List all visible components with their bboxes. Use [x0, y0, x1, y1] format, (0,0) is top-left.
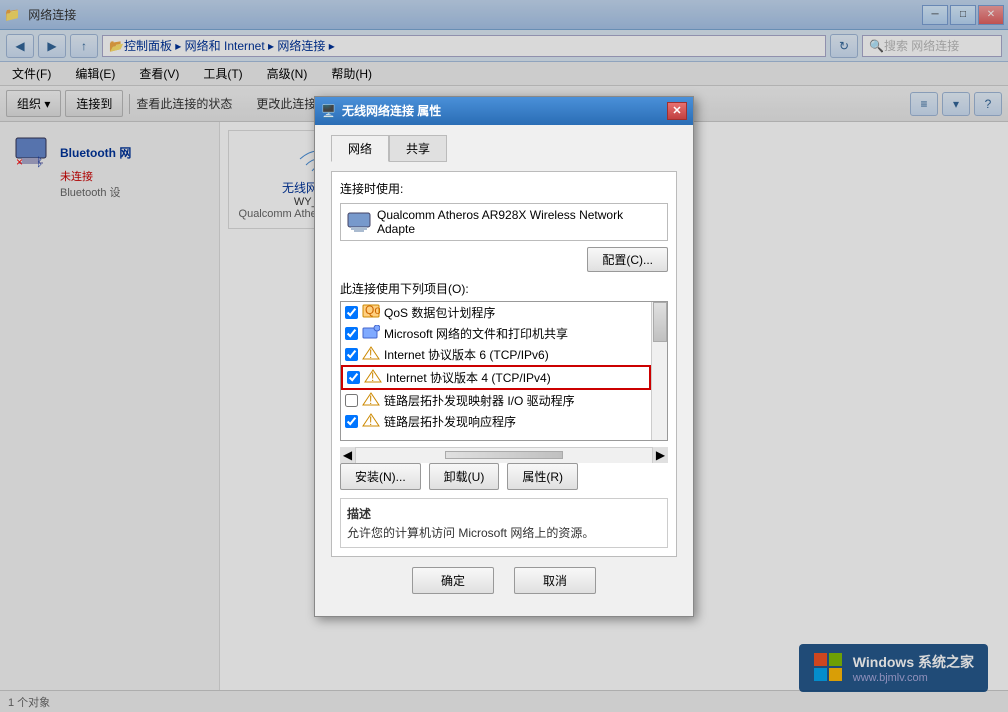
dialog-title-area: 🖥️ 无线网络连接 属性: [321, 102, 441, 119]
scroll-right-button[interactable]: ▶: [652, 447, 668, 463]
connect-using-label: 连接时使用:: [340, 180, 668, 197]
svg-text:!: !: [369, 393, 372, 407]
adapter-icon: [347, 212, 371, 232]
cancel-button[interactable]: 取消: [514, 567, 596, 594]
list-item-link2[interactable]: ! 链路层拓扑发现响应程序: [341, 411, 651, 432]
checkbox-link2[interactable]: [345, 415, 358, 428]
modal-overlay: 🖥️ 无线网络连接 属性 ✕ 网络 共享 连接时使用:: [0, 0, 1008, 712]
description-title: 描述: [347, 505, 661, 522]
scrollbar-thumb[interactable]: [653, 302, 667, 342]
checkbox-qos[interactable]: [345, 306, 358, 319]
qos-label: QoS 数据包计划程序: [384, 304, 495, 321]
dialog-titlebar: 🖥️ 无线网络连接 属性 ✕: [315, 97, 693, 125]
ok-button[interactable]: 确定: [412, 567, 494, 594]
scroll-left-button[interactable]: ◀: [340, 447, 356, 463]
items-list: QoS QoS 数据包计划程序: [340, 301, 668, 441]
list-item-ipv6[interactable]: ! Internet 协议版本 6 (TCP/IPv6): [341, 344, 651, 365]
link1-icon: !: [362, 392, 380, 408]
checkbox-link1[interactable]: [345, 394, 358, 407]
tab-bar: 网络 共享: [331, 135, 677, 162]
tab-content-network: 连接时使用: Qualcomm Atheros AR928X Wireless …: [331, 171, 677, 557]
link1-label: 链路层拓扑发现映射器 I/O 驱动程序: [384, 392, 575, 409]
description-area: 描述 允许您的计算机访问 Microsoft 网络上的资源。: [340, 498, 668, 548]
ipv4-label: Internet 协议版本 4 (TCP/IPv4): [386, 369, 551, 386]
svg-text:QoS: QoS: [365, 304, 380, 317]
link2-label: 链路层拓扑发现响应程序: [384, 413, 516, 430]
dialog-close-button[interactable]: ✕: [667, 102, 687, 120]
share-label: Microsoft 网络的文件和打印机共享: [384, 325, 568, 342]
dialog-footer: 确定 取消: [331, 557, 677, 606]
checkbox-share[interactable]: [345, 327, 358, 340]
tab-sharing[interactable]: 共享: [389, 135, 447, 162]
horiz-scroll-track: [356, 451, 652, 459]
list-item-link1[interactable]: ! 链路层拓扑发现映射器 I/O 驱动程序: [341, 390, 651, 411]
uninstall-button[interactable]: 卸载(U): [429, 463, 500, 490]
checkbox-ipv4[interactable]: [347, 371, 360, 384]
horiz-scroll[interactable]: ◀ ▶: [340, 447, 668, 463]
svg-text:!: !: [369, 414, 372, 428]
adapter-name: Qualcomm Atheros AR928X Wireless Network…: [377, 208, 661, 236]
svg-text:!: !: [369, 347, 372, 361]
dialog-icon: 🖥️: [321, 104, 336, 118]
scrollbar[interactable]: [651, 302, 667, 440]
checkbox-ipv6[interactable]: [345, 348, 358, 361]
install-button[interactable]: 安装(N)...: [340, 463, 421, 490]
list-item-ipv4[interactable]: ! Internet 协议版本 4 (TCP/IPv4): [341, 365, 651, 390]
list-item-share[interactable]: Microsoft 网络的文件和打印机共享: [341, 323, 651, 344]
properties-button[interactable]: 属性(R): [507, 463, 578, 490]
dialog-title: 无线网络连接 属性: [342, 102, 441, 119]
config-row: 配置(C)...: [340, 247, 668, 272]
list-item-qos[interactable]: QoS QoS 数据包计划程序: [341, 302, 651, 323]
link2-icon: !: [362, 413, 380, 429]
qos-icon: QoS: [362, 304, 380, 320]
adapter-row: Qualcomm Atheros AR928X Wireless Network…: [340, 203, 668, 241]
share-icon: [362, 325, 380, 341]
items-list-inner: QoS QoS 数据包计划程序: [341, 302, 667, 432]
description-text: 允许您的计算机访问 Microsoft 网络上的资源。: [347, 524, 661, 541]
action-buttons: 安装(N)... 卸载(U) 属性(R): [340, 463, 668, 490]
tab-network[interactable]: 网络: [331, 135, 389, 162]
items-label: 此连接使用下列项目(O):: [340, 280, 668, 297]
config-button[interactable]: 配置(C)...: [587, 247, 668, 272]
ipv4-icon: !: [364, 369, 382, 385]
horiz-scroll-thumb[interactable]: [445, 451, 563, 459]
properties-dialog: 🖥️ 无线网络连接 属性 ✕ 网络 共享 连接时使用:: [314, 96, 694, 617]
dialog-body: 网络 共享 连接时使用: Qualcomm Atheros AR928X Wi: [315, 125, 693, 616]
svg-text:!: !: [371, 370, 374, 384]
ipv6-label: Internet 协议版本 6 (TCP/IPv6): [384, 346, 549, 363]
ipv6-icon: !: [362, 346, 380, 362]
